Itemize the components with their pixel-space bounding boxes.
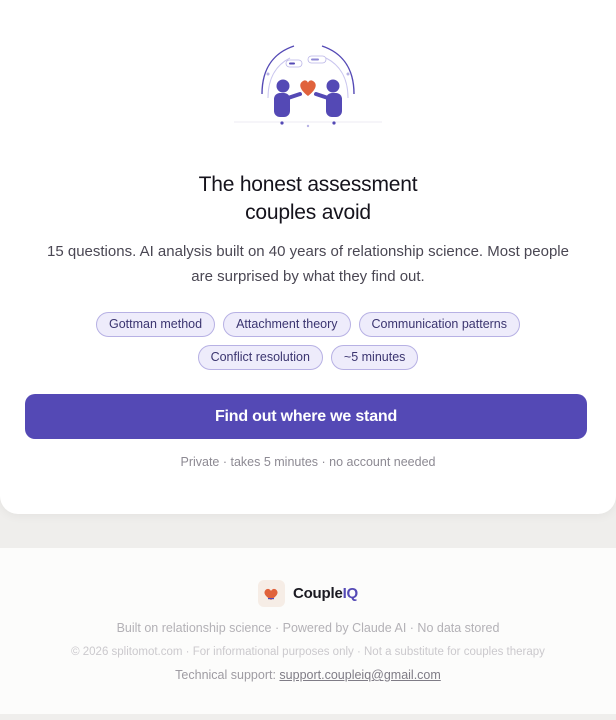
tag-gottman-method: Gottman method	[95, 312, 216, 337]
coupleiq-logo-icon	[257, 580, 285, 607]
footer-copyright: © 2026 splitomot.com · For informational…	[71, 646, 545, 658]
footer-brand: CoupleIQ	[0, 580, 616, 607]
subtitle-line-2: are surprised by what they find out.	[191, 268, 425, 285]
tag-attachment-theory: Attachment theory	[223, 312, 351, 337]
support-label: Technical support:	[175, 668, 276, 682]
site-footer: CoupleIQ Built on relationship science ·…	[0, 548, 616, 714]
couple-heart-illustration	[234, 45, 382, 128]
page-title: The honest assessment couples avoid	[0, 171, 616, 227]
tag-communication-patterns: Communication patterns	[358, 312, 521, 337]
title-line-1: The honest assessment	[198, 173, 418, 196]
brand-name: CoupleIQ	[293, 585, 358, 602]
page-subtitle: 15 questions. AI analysis built on 40 ye…	[20, 239, 596, 289]
subtitle-line-1: 15 questions. AI analysis built on 40 ye…	[47, 243, 569, 260]
brand-prefix: Couple	[292, 585, 343, 602]
brand-suffix: IQ	[342, 585, 359, 602]
footer-tagline: Built on relationship science · Powered …	[116, 621, 500, 635]
assessment-card: The honest assessment couples avoid 15 q…	[0, 0, 616, 514]
footer-support: Technical support: support.coupleiq@gmai…	[0, 668, 616, 682]
title-line-2: couples avoid	[245, 201, 371, 224]
privacy-note: Private · takes 5 minutes · no account n…	[180, 455, 436, 469]
topic-tags: Gottman method Attachment theory Communi…	[40, 312, 576, 370]
support-email-link[interactable]: support.coupleiq@gmail.com	[279, 668, 440, 682]
tag-duration: ~5 minutes	[330, 345, 419, 370]
tag-conflict-resolution: Conflict resolution	[197, 345, 323, 370]
start-assessment-button[interactable]: Find out where we stand	[25, 394, 587, 439]
